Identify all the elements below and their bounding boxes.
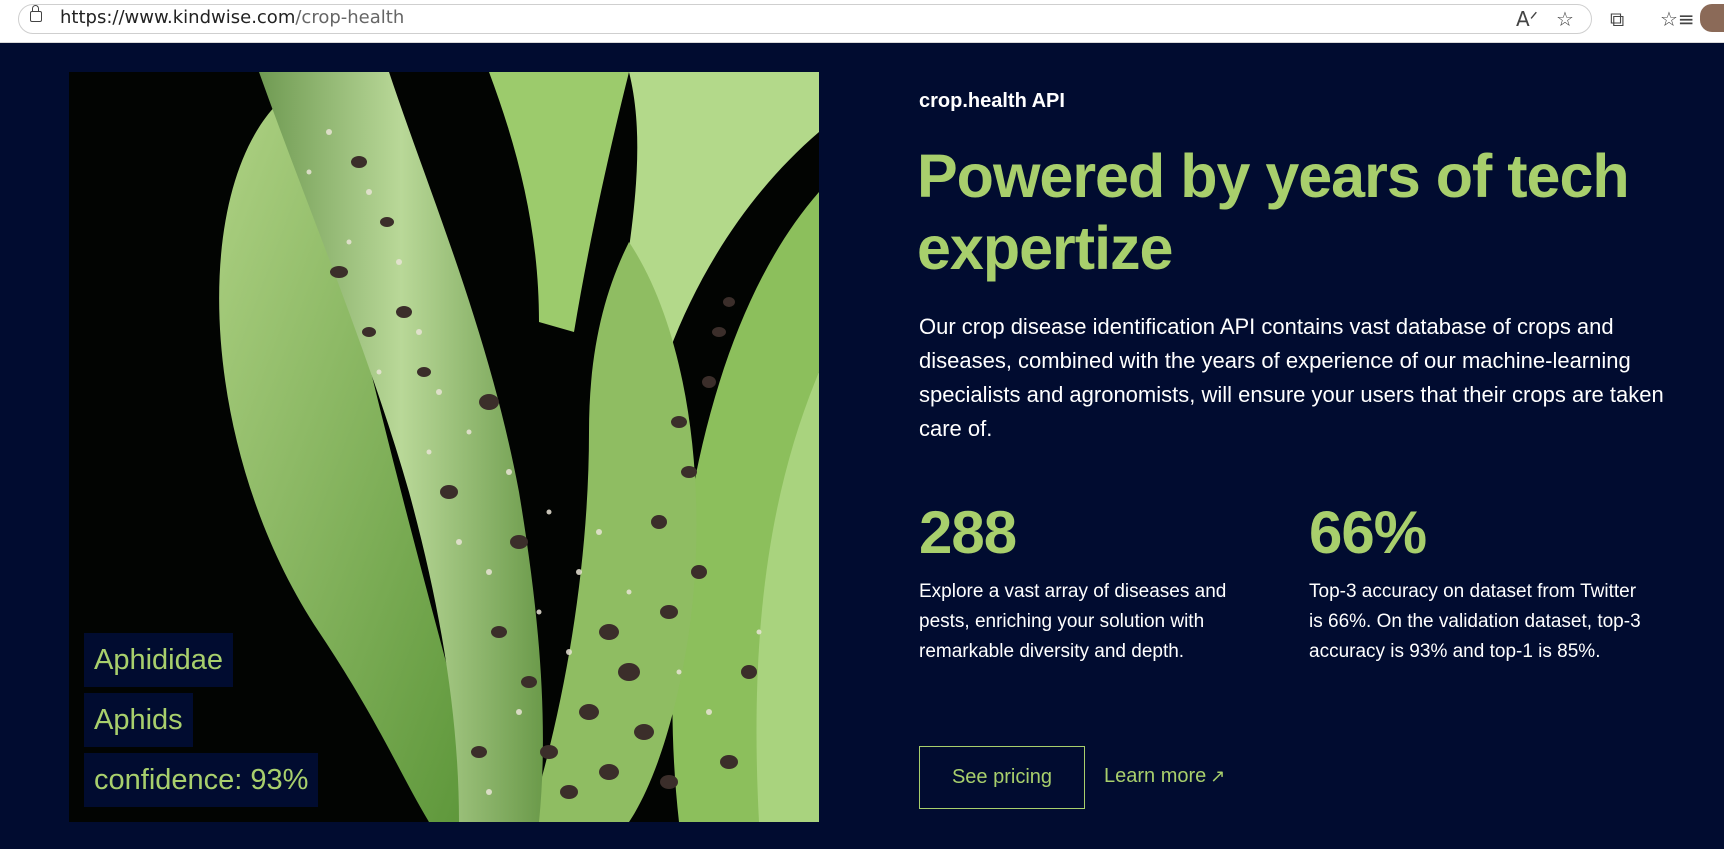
common-name-label: Aphids [84,693,193,747]
learn-more-link[interactable]: Learn more ↗ [1104,765,1225,788]
page-title: Powered by years of tech expertize [917,142,1630,282]
stat-diseases-text: Explore a vast array of diseases and pes… [919,581,1227,662]
read-aloud-icon[interactable]: Aᐟ [1516,7,1538,31]
species-label: Aphididae [84,633,233,687]
section-eyebrow: crop.health API [919,90,1065,112]
learn-more-label: Learn more [1104,765,1207,787]
stat-accuracy-text: Top-3 accuracy on dataset from Twitter i… [1309,581,1641,662]
favorite-star-icon[interactable]: ☆ [1556,7,1574,31]
confidence-label: confidence: 93% [84,753,319,807]
favorites-icon[interactable]: ☆≡ [1660,7,1695,31]
browser-toolbar: https://www.kindwise.com/crop-health Aᐟ … [0,0,1724,43]
stat-diseases-value: 288 [919,499,1017,566]
lock-icon[interactable] [30,5,42,22]
extensions-icon[interactable]: ⧉ [1610,7,1624,31]
url-text[interactable]: https://www.kindwise.com/crop-health [60,7,404,28]
profile-avatar[interactable] [1700,4,1724,32]
arrow-up-right-icon: ↗ [1210,766,1226,787]
see-pricing-button[interactable]: See pricing [919,746,1085,809]
intro-paragraph: Our crop disease identification API cont… [919,314,1664,441]
stat-accuracy-value: 66% [1309,499,1427,566]
